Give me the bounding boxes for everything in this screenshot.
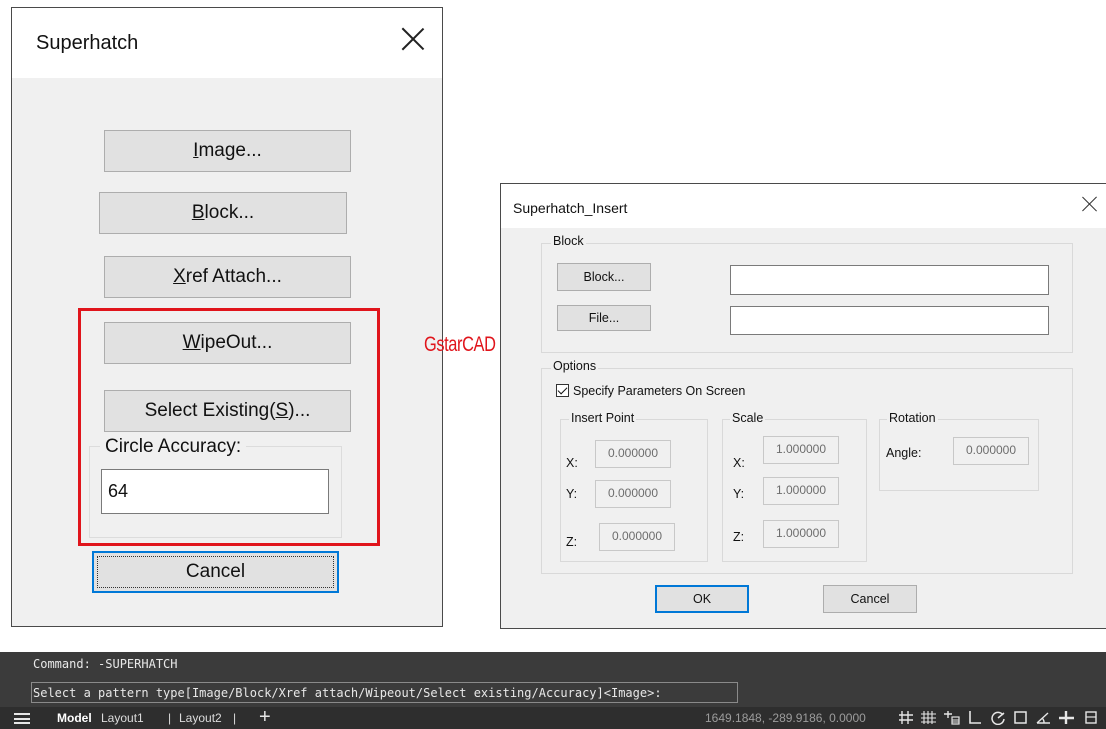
- menu-icon[interactable]: [14, 713, 30, 724]
- snap-mode-icon[interactable]: [920, 710, 938, 725]
- watermark: GstarCAD: [424, 333, 496, 356]
- block-group: [541, 243, 1073, 353]
- tab-separator: |: [233, 711, 237, 725]
- angle-label: Angle:: [886, 446, 922, 460]
- close-icon[interactable]: [1082, 196, 1098, 212]
- superhatch-title: Superhatch: [36, 32, 139, 54]
- rotation-label: Rotation: [887, 411, 938, 425]
- dynamic-ucs-icon[interactable]: [1035, 710, 1053, 725]
- scale-y-label: Y:: [733, 487, 745, 501]
- tab-model[interactable]: Model: [57, 711, 92, 725]
- scale-x-field[interactable]: 1.000000: [763, 436, 839, 464]
- scale-label: Scale: [730, 411, 766, 425]
- tab-separator: |: [168, 711, 172, 725]
- insert-title: Superhatch_Insert: [513, 200, 628, 216]
- insert-z-label: Z:: [566, 535, 578, 549]
- options-group-label: Options: [551, 359, 599, 373]
- more-icon[interactable]: [1084, 710, 1098, 725]
- insert-x-field[interactable]: 0.000000: [595, 440, 671, 468]
- tab-layout1[interactable]: Layout1: [101, 711, 144, 725]
- highlight-box: [78, 308, 380, 546]
- insert-point-label: Insert Point: [569, 411, 637, 425]
- file-path-input[interactable]: [730, 306, 1049, 335]
- add-layout-icon[interactable]: +: [259, 707, 271, 727]
- scale-y-field[interactable]: 1.000000: [763, 477, 839, 505]
- ok-button[interactable]: OK: [655, 585, 749, 613]
- insert-titlebar[interactable]: Superhatch_Insert: [501, 184, 1106, 228]
- insert-y-label: Y:: [566, 487, 578, 501]
- angle-field[interactable]: 0.000000: [953, 437, 1029, 465]
- command-history: Command: -SUPERHATCH: [33, 657, 178, 671]
- scale-x-label: X:: [733, 456, 745, 470]
- scale-z-label: Z:: [733, 530, 745, 544]
- status-bar: [0, 707, 1106, 729]
- coordinates-readout: 1649.1848, -289.9186, 0.0000: [705, 711, 866, 725]
- specify-on-screen-checkbox[interactable]: [556, 384, 569, 397]
- xref-attach-button[interactable]: Xref Attach...: [104, 256, 351, 298]
- specify-on-screen-label: Specify Parameters On Screen: [573, 384, 746, 398]
- close-icon[interactable]: [400, 26, 426, 52]
- tab-layout2[interactable]: Layout2: [179, 711, 222, 725]
- polar-tracking-icon[interactable]: [989, 710, 1007, 725]
- superhatch-titlebar[interactable]: Superhatch: [12, 8, 442, 78]
- infer-constraints-icon[interactable]: [943, 710, 961, 725]
- image-button[interactable]: Image...: [104, 130, 351, 172]
- scale-z-field[interactable]: 1.000000: [763, 520, 839, 548]
- lineweight-icon[interactable]: [1058, 710, 1076, 725]
- block-name-input[interactable]: [730, 265, 1049, 295]
- insert-cancel-button[interactable]: Cancel: [823, 585, 917, 613]
- grid-display-icon[interactable]: [897, 710, 915, 725]
- object-snap-icon[interactable]: [1012, 710, 1030, 725]
- file-button[interactable]: File...: [557, 305, 651, 331]
- block-group-label: Block: [551, 234, 586, 248]
- cancel-button[interactable]: Cancel: [92, 551, 339, 593]
- command-prompt: Select a pattern type[Image/Block/Xref a…: [33, 686, 662, 700]
- insert-x-label: X:: [566, 456, 578, 470]
- insert-block-button[interactable]: Block...: [557, 263, 651, 291]
- insert-z-field[interactable]: 0.000000: [599, 523, 675, 551]
- ortho-mode-icon[interactable]: [966, 710, 984, 725]
- insert-y-field[interactable]: 0.000000: [595, 480, 671, 508]
- block-button[interactable]: Block...: [99, 192, 347, 234]
